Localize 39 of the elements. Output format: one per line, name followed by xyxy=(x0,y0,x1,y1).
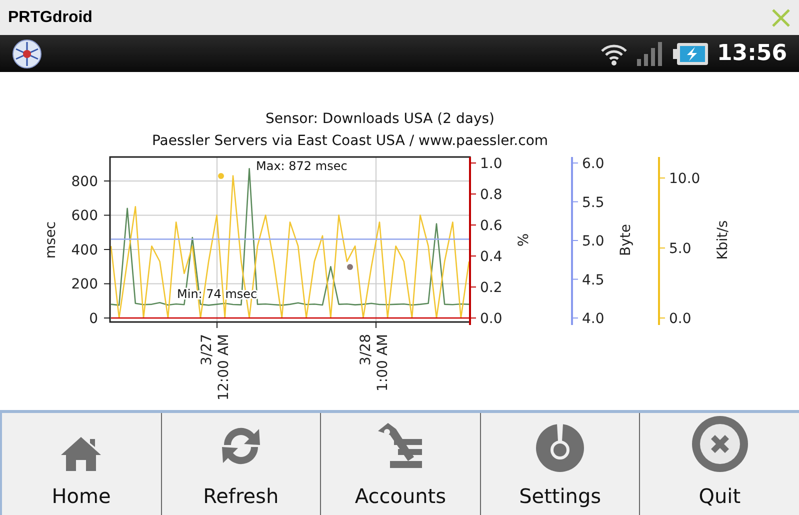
axis-tick-label: 0.0 xyxy=(480,311,502,327)
axis-tick-label: 0.8 xyxy=(480,187,502,203)
axis-tick-label: 4.5 xyxy=(582,272,604,288)
signal-icon xyxy=(636,42,665,66)
axis-tick-label: 0.4 xyxy=(480,249,502,265)
window-title: PRTGdroid xyxy=(8,8,92,28)
axis-title: Byte xyxy=(618,224,634,256)
axis-tick-label: 0 xyxy=(89,311,98,327)
chart-subtitle: Paessler Servers via East Coast USA / www.paessler.com xyxy=(152,133,548,149)
axis-tick-label: 4.0 xyxy=(582,311,604,327)
axis-tick-label: 400 xyxy=(71,242,98,258)
axis-tick-label: 10.0 xyxy=(669,171,700,187)
close-icon xyxy=(690,415,749,473)
clock: 13:56 xyxy=(716,40,787,68)
axis-title: Kbit/s xyxy=(715,220,731,260)
max-marker xyxy=(218,173,224,179)
x-tick-time: 12:00 AM xyxy=(216,334,232,400)
x-tick-time: 1:00 AM xyxy=(375,334,391,392)
battery-icon xyxy=(672,42,709,66)
chart-title: Sensor: Downloads USA (2 days) xyxy=(266,111,494,127)
axis-tick-label: 800 xyxy=(71,174,98,190)
axis-tick-label: 200 xyxy=(71,276,98,293)
point-marker xyxy=(347,264,353,270)
close-icon[interactable] xyxy=(771,8,791,28)
axis-tick-label: 5.0 xyxy=(582,234,604,250)
max-label: Max: 872 msec xyxy=(256,159,348,173)
axis-tick-label: 0.6 xyxy=(480,218,502,234)
app-icon xyxy=(12,38,42,68)
axis-title: % xyxy=(516,233,532,247)
axis-tick-label: 600 xyxy=(71,208,98,224)
axis-tick-label: 5.5 xyxy=(582,194,604,211)
x-tick-date: 3/28 xyxy=(358,334,374,366)
x-tick-date: 3/27 xyxy=(199,334,215,366)
axis-tick-label: 0.0 xyxy=(669,311,692,327)
axis-tick-label: 1.0 xyxy=(480,156,502,172)
axis-tick-label: 6.0 xyxy=(582,156,604,172)
axis-tick-label: 5.0 xyxy=(669,241,692,257)
axis-tick-label: 0.2 xyxy=(480,280,502,296)
axis-title: msec xyxy=(43,221,59,259)
